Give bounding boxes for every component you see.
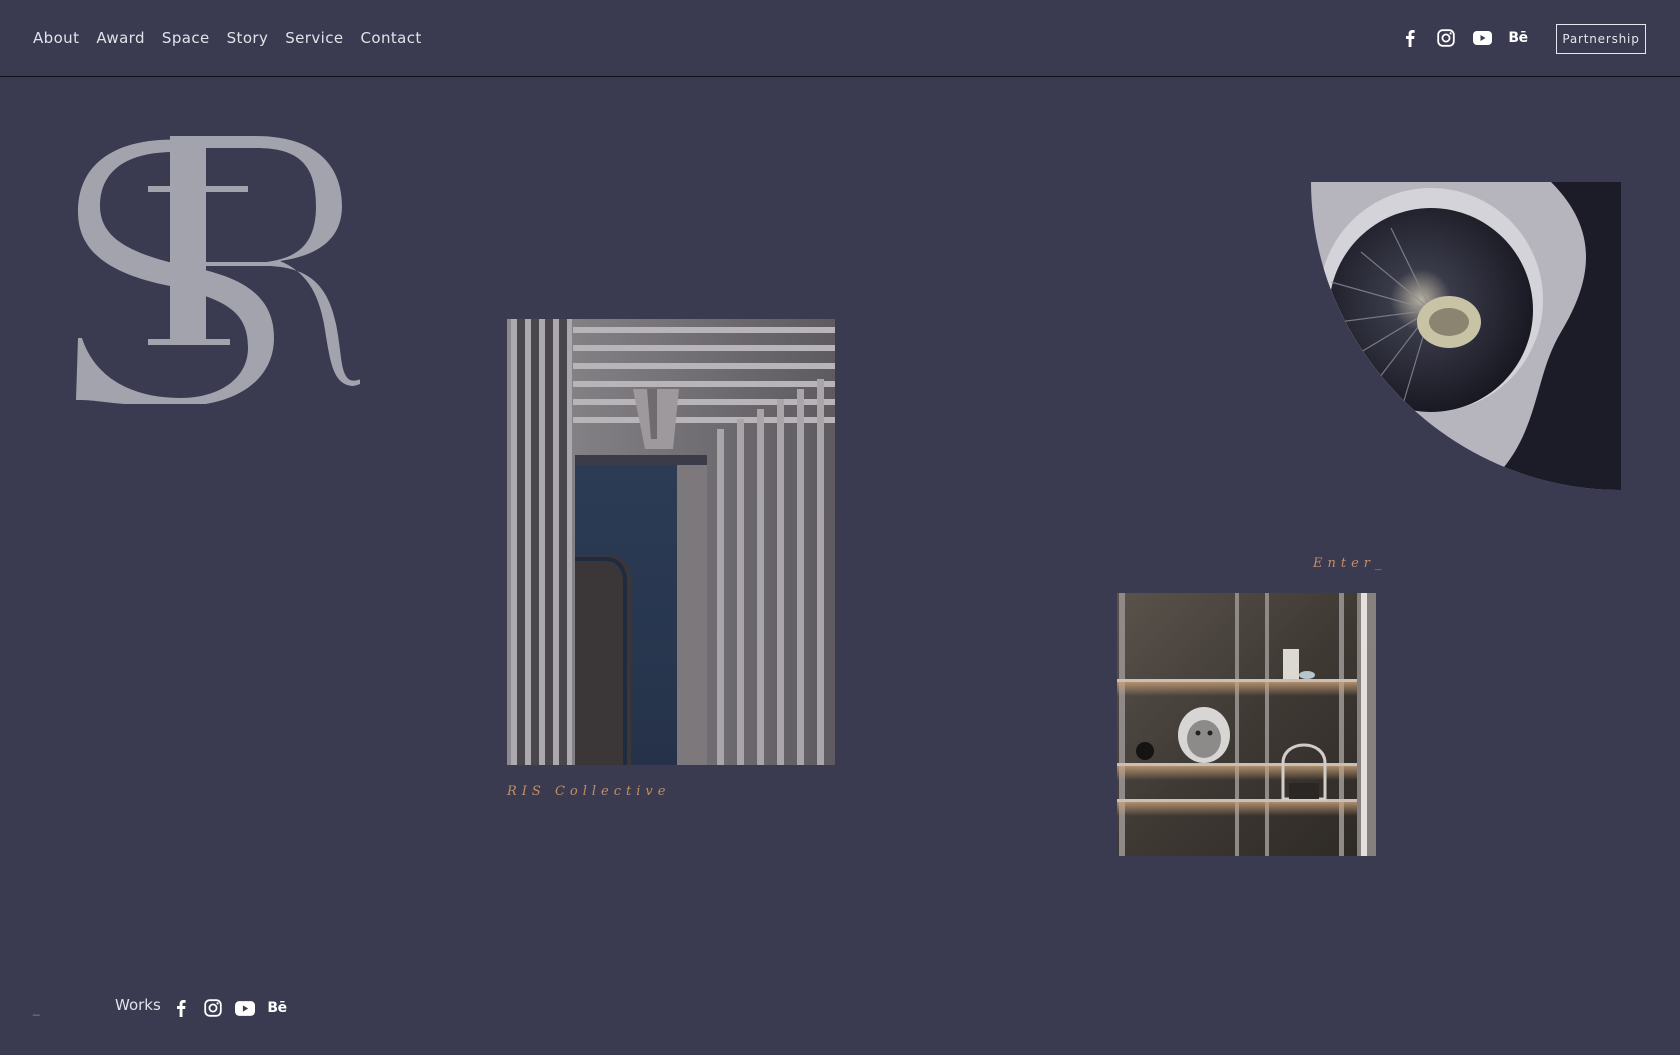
sr-monogram-logo[interactable] <box>70 134 374 409</box>
display-shelf-image[interactable] <box>1117 593 1376 856</box>
spiral-staircase-image[interactable] <box>1311 182 1621 490</box>
facade-doorway-image[interactable] <box>507 319 835 765</box>
works-link[interactable]: Works <box>115 996 161 1014</box>
nav-space[interactable]: Space <box>162 26 210 50</box>
youtube-icon[interactable] <box>234 997 256 1019</box>
footer-social-links: Bē <box>170 997 298 1019</box>
facebook-icon[interactable] <box>170 997 192 1019</box>
enter-link[interactable]: Enter_ <box>1313 556 1387 571</box>
footer-dash: _ <box>33 1002 40 1016</box>
nav-contact[interactable]: Contact <box>361 26 422 50</box>
site-header: About Award Space Story Service Contact … <box>0 0 1680 77</box>
instagram-icon[interactable] <box>202 997 224 1019</box>
nav-service[interactable]: Service <box>285 26 343 50</box>
youtube-icon[interactable] <box>1471 27 1493 49</box>
nav-story[interactable]: Story <box>227 26 269 50</box>
nav-about[interactable]: About <box>33 26 79 50</box>
facade-caption[interactable]: RIS Collective <box>507 784 670 799</box>
partnership-button[interactable]: Partnership <box>1556 24 1646 54</box>
main-nav: About Award Space Story Service Contact <box>33 26 439 50</box>
header-social-links: Bē <box>1399 27 1543 49</box>
behance-icon[interactable]: Bē <box>266 997 288 1019</box>
instagram-icon[interactable] <box>1435 27 1457 49</box>
behance-icon[interactable]: Bē <box>1507 27 1529 49</box>
nav-award[interactable]: Award <box>96 26 145 50</box>
facebook-icon[interactable] <box>1399 27 1421 49</box>
